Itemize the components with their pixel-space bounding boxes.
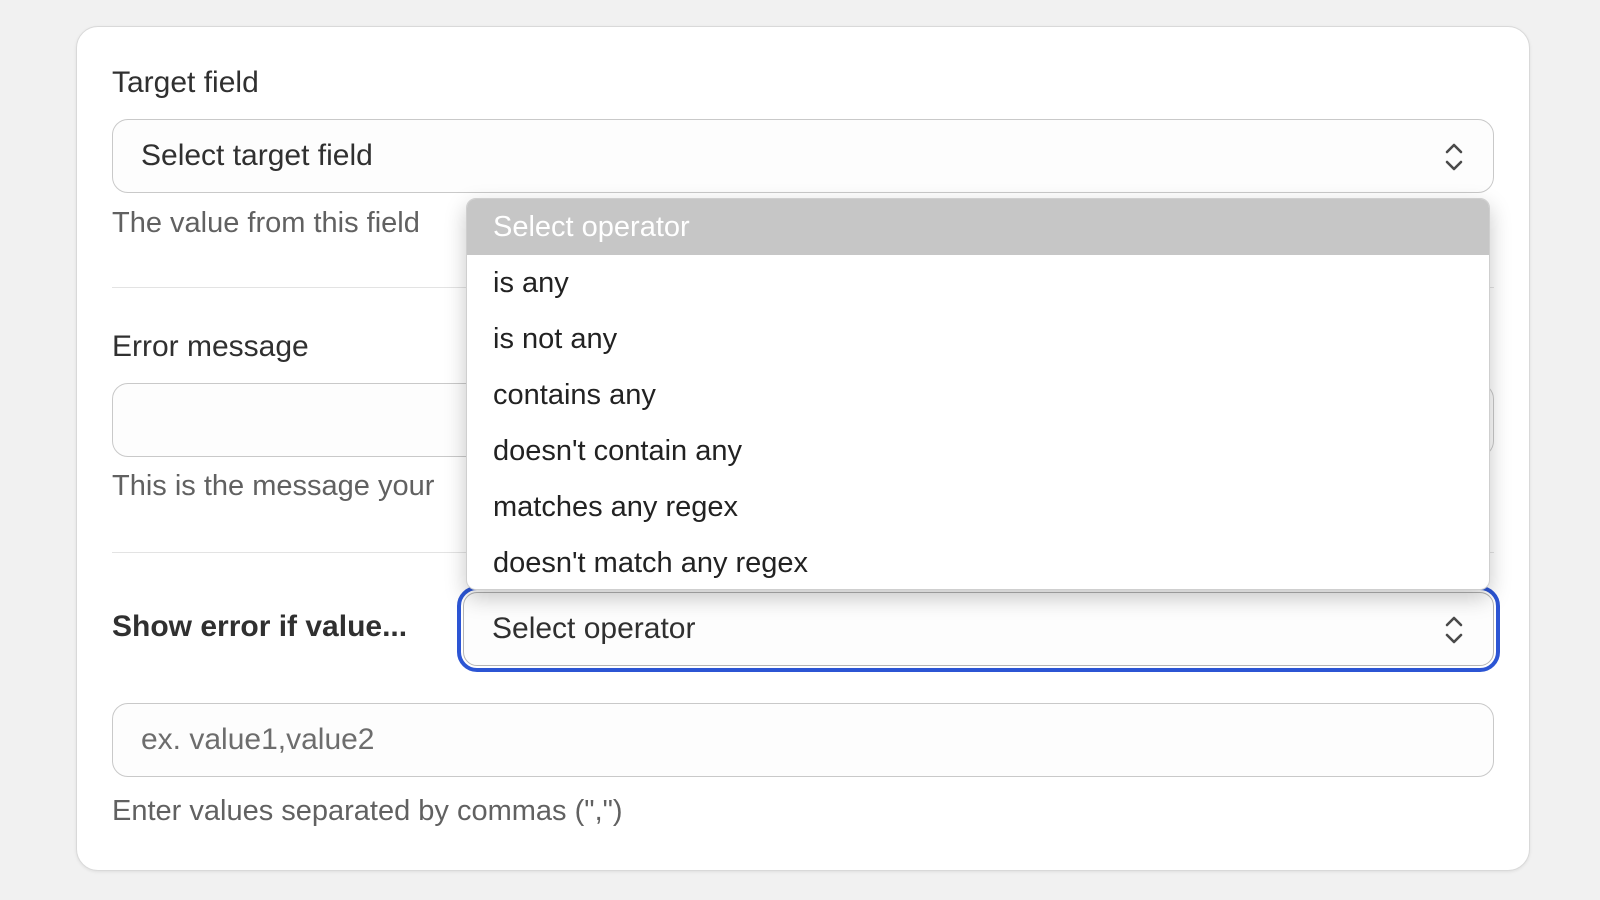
operator-option-contains-any[interactable]: contains any bbox=[467, 367, 1489, 423]
condition-label: Show error if value... bbox=[112, 610, 408, 643]
operator-option-is-not-any[interactable]: is not any bbox=[467, 311, 1489, 367]
operator-select[interactable]: Select operator bbox=[457, 586, 1500, 672]
target-field-selected-value: Select target field bbox=[141, 139, 373, 172]
operator-option-is-any[interactable]: is any bbox=[467, 255, 1489, 311]
target-field-help: The value from this field bbox=[112, 207, 420, 239]
target-field-label: Target field bbox=[112, 66, 259, 99]
operator-option-matches-any-regex[interactable]: matches any regex bbox=[467, 479, 1489, 535]
operator-option-doesnt-contain-any[interactable]: doesn't contain any bbox=[467, 423, 1489, 479]
values-input[interactable]: ex. value1,value2 bbox=[112, 703, 1494, 777]
values-input-placeholder: ex. value1,value2 bbox=[141, 723, 375, 756]
values-input-help: Enter values separated by commas (",") bbox=[112, 795, 623, 827]
error-message-help: This is the message your bbox=[112, 470, 435, 502]
operator-option-placeholder[interactable]: Select operator bbox=[467, 199, 1489, 255]
chevron-up-down-icon bbox=[1445, 616, 1463, 644]
operator-selected-value: Select operator bbox=[492, 612, 696, 645]
error-message-label: Error message bbox=[112, 330, 309, 363]
target-field-select[interactable]: Select target field bbox=[112, 119, 1494, 193]
operator-dropdown-list: Select operator is any is not any contai… bbox=[466, 198, 1490, 590]
operator-option-doesnt-match-any-regex[interactable]: doesn't match any regex bbox=[467, 535, 1489, 589]
chevron-up-down-icon bbox=[1445, 143, 1463, 171]
